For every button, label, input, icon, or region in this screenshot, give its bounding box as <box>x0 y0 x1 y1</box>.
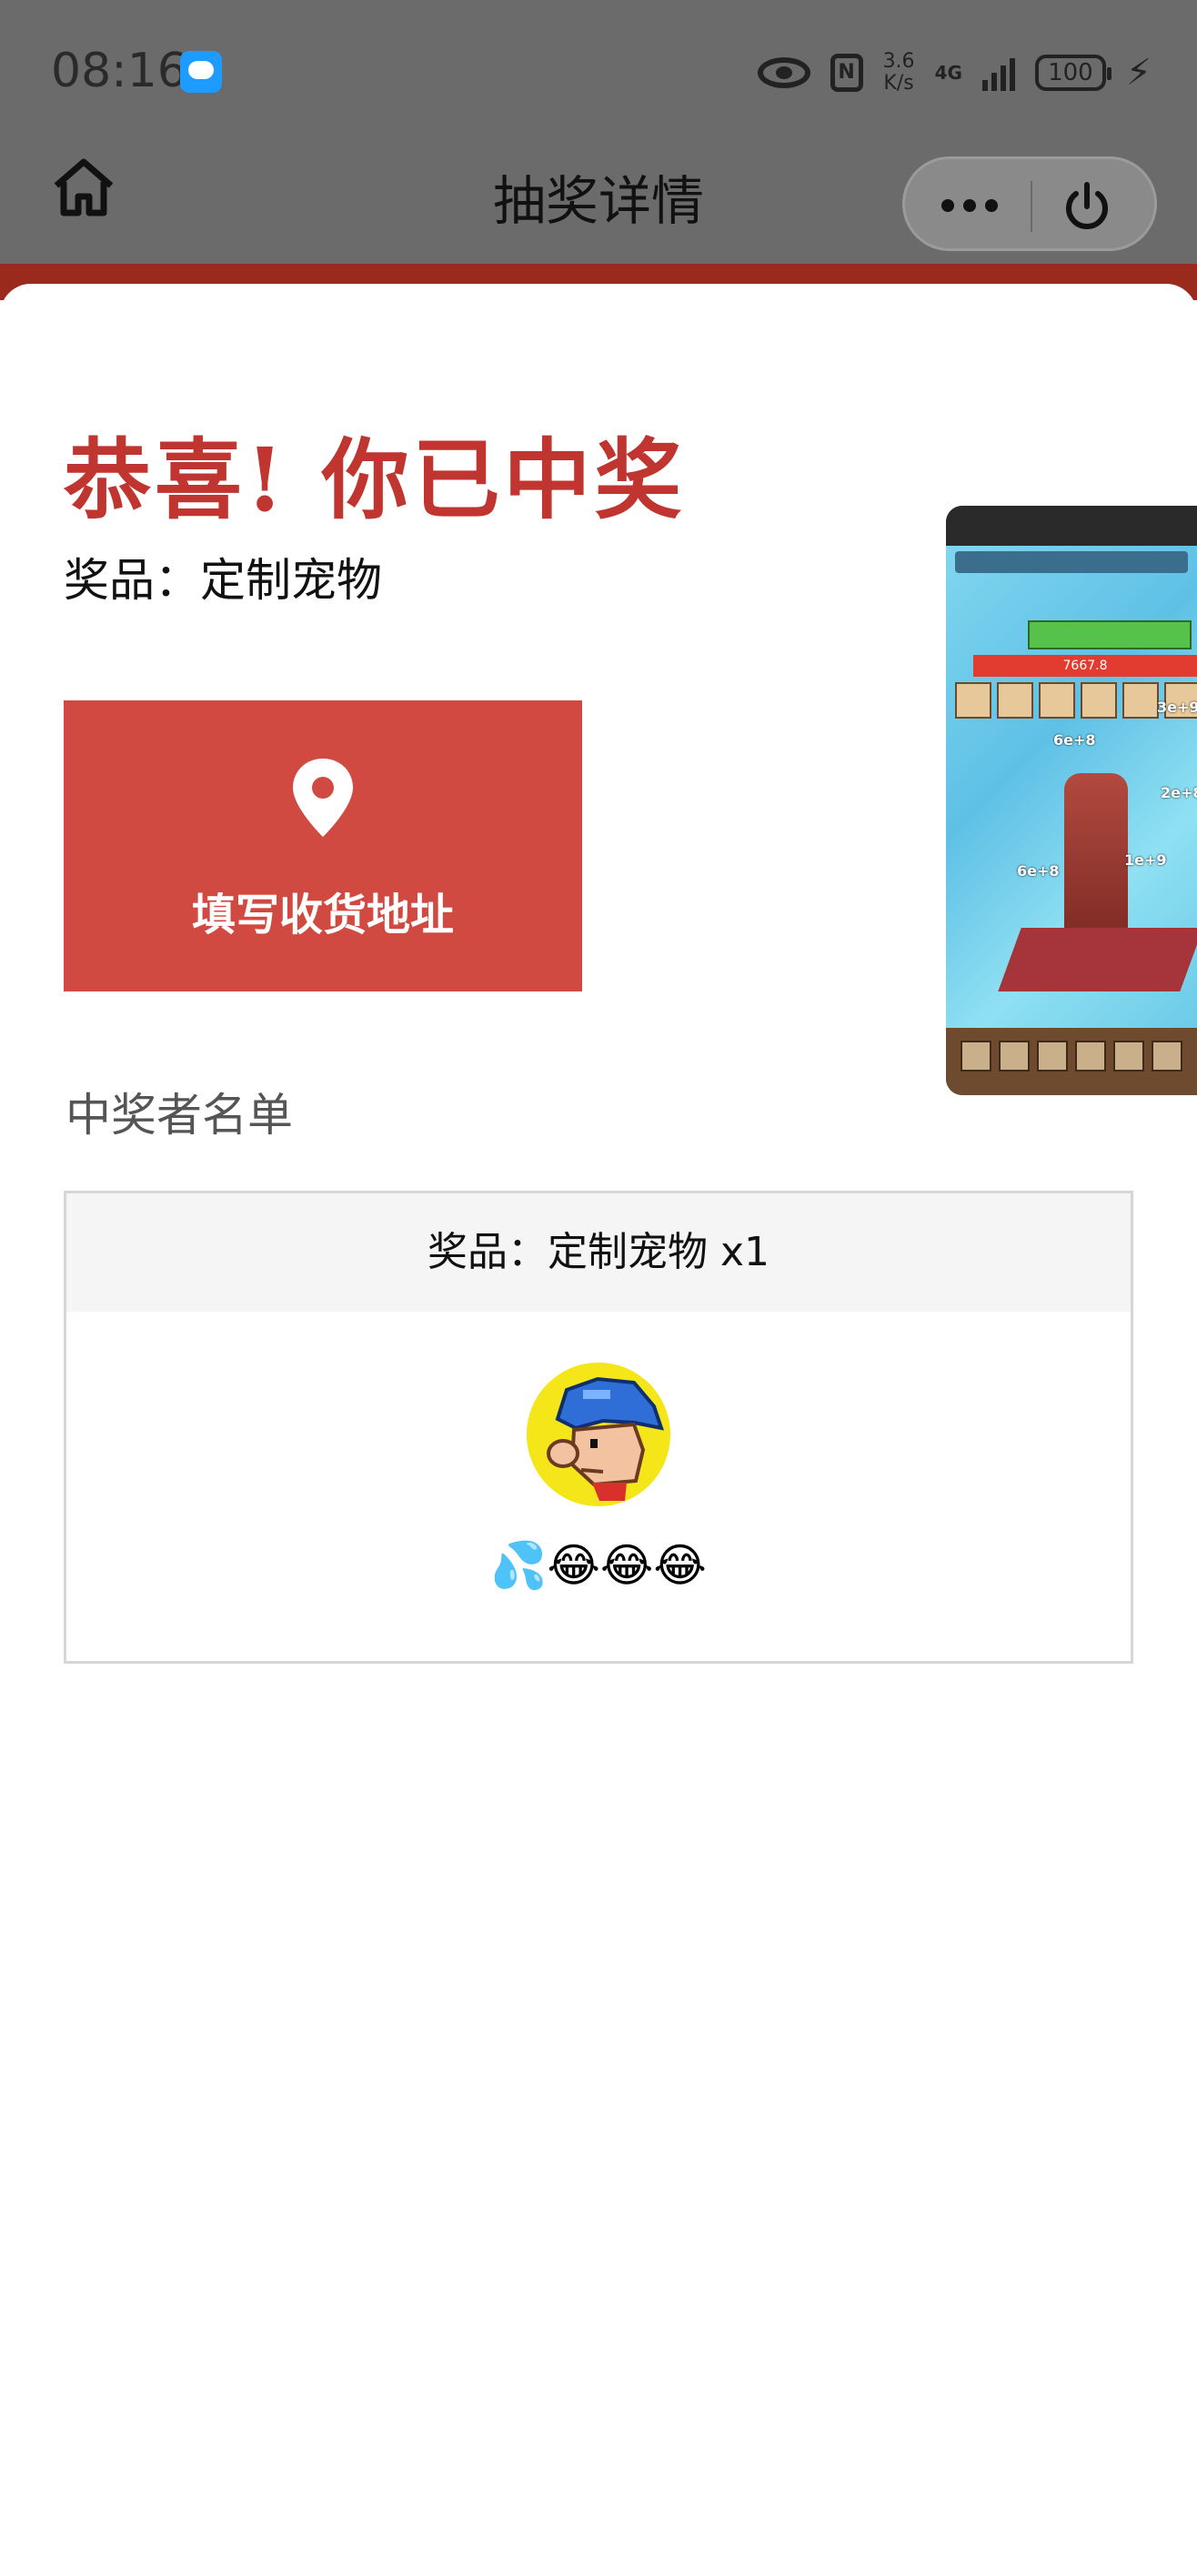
winners-card: 奖品：定制宠物 x1 💦😂😂😂 <box>64 1191 1133 1664</box>
battery-icon: 100 <box>1034 55 1112 91</box>
thumbnail-top-bar <box>946 506 1197 546</box>
nfc-icon: N <box>830 54 863 92</box>
network-speed-value: 3.6 <box>882 50 915 73</box>
thumbnail-inventory <box>946 1028 1197 1095</box>
thumbnail-hud <box>955 551 1188 573</box>
network-speed-unit: K/s <box>883 72 914 95</box>
pixel-character-avatar-icon <box>527 1363 670 1506</box>
thumbnail-label: 3e+9 <box>1157 699 1197 716</box>
winners-list-title: 中奖者名单 <box>65 1089 293 1142</box>
avatar <box>527 1363 670 1506</box>
winners-prize-header: 奖品：定制宠物 x1 <box>66 1193 1131 1312</box>
thumbnail-green-bar <box>1028 620 1192 649</box>
more-icon[interactable] <box>941 199 998 212</box>
network-type: 4G <box>934 62 962 84</box>
thumbnail-label: 1e+9 <box>1124 851 1167 869</box>
thumbnail-hp-bar: 7667.8 <box>973 655 1197 677</box>
message-notification-icon <box>180 51 222 93</box>
thumbnail-monument <box>1064 773 1128 946</box>
fill-address-label: 填写收货地址 <box>191 890 454 941</box>
winner-nickname: 💦😂😂😂 <box>490 1539 707 1592</box>
thumbnail-label: 6e+8 <box>1017 862 1060 880</box>
charging-icon: ⚡ <box>1125 52 1152 94</box>
status-icons: N 3.6 K/s 4G 100 ⚡ <box>757 47 1152 98</box>
thumbnail-label: 6e+8 <box>1053 731 1096 749</box>
status-bar: 08:16 N 3.6 K/s 4G 100 ⚡ <box>0 0 1197 144</box>
prize-text: 奖品：定制宠物 <box>64 554 382 607</box>
game-screenshot-thumbnail[interactable]: 7667.8 6e+8 3e+9 2e+8 1e+9 6e+8 <box>946 506 1197 1095</box>
location-pin-icon <box>293 759 353 837</box>
fill-address-button[interactable]: 填写收货地址 <box>64 700 582 991</box>
thumbnail-hp-value: 7667.8 <box>1062 659 1108 673</box>
capsule-divider <box>1031 181 1032 232</box>
thumbnail-pedestal <box>998 928 1197 991</box>
signal-icon <box>981 55 1015 91</box>
eye-icon <box>757 57 810 88</box>
network-speed: 3.6 K/s <box>883 51 915 95</box>
thumbnail-scene: 7667.8 6e+8 3e+9 2e+8 1e+9 6e+8 <box>946 546 1197 1028</box>
thumbnail-label: 2e+8 <box>1161 784 1197 801</box>
mini-program-capsule <box>902 156 1157 251</box>
close-mini-program-icon[interactable] <box>1060 179 1114 234</box>
status-time: 08:16 <box>51 44 187 98</box>
congrats-heading: 恭喜! 你已中奖 <box>64 428 686 531</box>
